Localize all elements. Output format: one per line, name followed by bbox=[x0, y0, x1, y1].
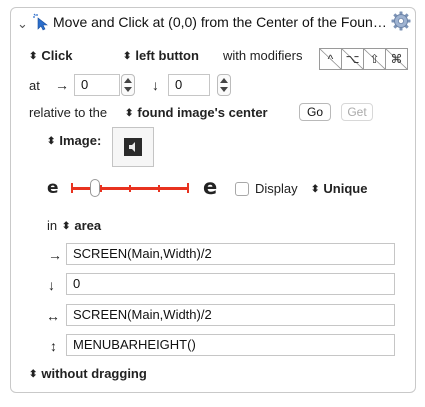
popup-updown-icon: ⬍ bbox=[62, 221, 71, 232]
image-source-popup[interactable]: ⬍ Image: bbox=[47, 133, 101, 148]
relative-target-popup[interactable]: ⬍ found image's center bbox=[125, 105, 268, 120]
slider-knob[interactable] bbox=[90, 179, 100, 197]
click-action-label: Click bbox=[41, 48, 73, 63]
popup-updown-icon: ⬍ bbox=[125, 108, 134, 119]
area-height-field[interactable]: MENUBARHEIGHT() bbox=[66, 334, 395, 356]
top-edge-symbol: ↓ bbox=[48, 277, 55, 293]
action-panel: ⌄ Move and Click at (0,0) from the Cente… bbox=[10, 7, 416, 393]
popup-updown-icon: ⬍ bbox=[311, 184, 320, 195]
command-modifier-toggle[interactable]: ⌘ bbox=[385, 48, 408, 70]
right-arrow-icon: → bbox=[55, 77, 69, 93]
fuzz-max-label: e bbox=[203, 175, 218, 199]
popup-updown-icon: ⬍ bbox=[29, 51, 38, 62]
stepper-up-icon bbox=[124, 78, 132, 83]
control-modifier-toggle[interactable]: ^ bbox=[319, 48, 342, 70]
y-offset-stepper[interactable] bbox=[217, 74, 231, 96]
width-symbol: ↔ bbox=[46, 308, 60, 324]
area-popup[interactable]: ⬍ area bbox=[62, 218, 101, 233]
stepper-up-icon bbox=[220, 78, 228, 83]
dragging-popup[interactable]: ⬍ without dragging bbox=[29, 366, 147, 381]
x-offset-stepper[interactable] bbox=[121, 74, 135, 96]
left-edge-symbol: → bbox=[48, 247, 62, 263]
speaker-image-icon bbox=[124, 138, 142, 156]
at-label: at bbox=[29, 78, 40, 93]
mouse-button-label: left button bbox=[135, 48, 199, 63]
with-modifiers-label: with modifiers bbox=[223, 48, 303, 63]
stepper-down-icon bbox=[124, 87, 132, 92]
option-modifier-toggle[interactable]: ⌥ bbox=[341, 48, 364, 70]
display-checkbox[interactable] bbox=[235, 182, 249, 196]
area-width-field[interactable]: SCREEN(Main,Width)/2 bbox=[66, 304, 395, 326]
go-button[interactable]: Go bbox=[299, 103, 331, 121]
y-offset-field[interactable]: 0 bbox=[168, 74, 210, 96]
stepper-down-icon bbox=[220, 87, 228, 92]
area-label: area bbox=[74, 218, 102, 233]
x-offset-field[interactable]: 0 bbox=[74, 74, 120, 96]
mouse-button-popup[interactable]: ⬍ left button bbox=[123, 48, 199, 63]
slider-tick bbox=[100, 185, 102, 192]
image-well[interactable] bbox=[112, 127, 154, 167]
fuzz-slider[interactable] bbox=[71, 179, 189, 197]
unique-popup[interactable]: ⬍ Unique bbox=[311, 181, 367, 196]
unique-label: Unique bbox=[323, 181, 368, 196]
popup-updown-icon: ⬍ bbox=[123, 51, 132, 62]
down-arrow-icon: ↓ bbox=[152, 77, 159, 93]
slider-tick bbox=[71, 183, 73, 193]
slider-tick bbox=[187, 183, 189, 193]
collapse-chevron-icon[interactable]: ⌄ bbox=[17, 16, 28, 32]
in-label: in bbox=[47, 218, 58, 233]
height-symbol: ↕ bbox=[50, 338, 57, 354]
image-source-label: Image: bbox=[59, 133, 102, 148]
relative-to-label: relative to the bbox=[29, 105, 108, 120]
fuzz-min-label: e bbox=[47, 178, 59, 198]
action-title: Move and Click at (0,0) from the Center … bbox=[53, 14, 387, 30]
dragging-label: without dragging bbox=[41, 366, 147, 381]
gear-icon[interactable] bbox=[391, 11, 411, 34]
popup-updown-icon: ⬍ bbox=[29, 369, 38, 380]
relative-target-label: found image's center bbox=[137, 105, 268, 120]
click-action-popup[interactable]: ⬍ Click bbox=[29, 48, 72, 63]
area-top-field[interactable]: 0 bbox=[66, 273, 395, 295]
get-button[interactable]: Get bbox=[341, 103, 373, 121]
slider-tick bbox=[129, 185, 131, 192]
shift-modifier-toggle[interactable]: ⇧ bbox=[363, 48, 386, 70]
display-label: Display bbox=[255, 181, 298, 196]
slider-tick bbox=[158, 185, 160, 192]
click-cursor-icon bbox=[33, 13, 49, 34]
popup-updown-icon: ⬍ bbox=[47, 136, 56, 147]
area-left-field[interactable]: SCREEN(Main,Width)/2 bbox=[66, 243, 395, 265]
